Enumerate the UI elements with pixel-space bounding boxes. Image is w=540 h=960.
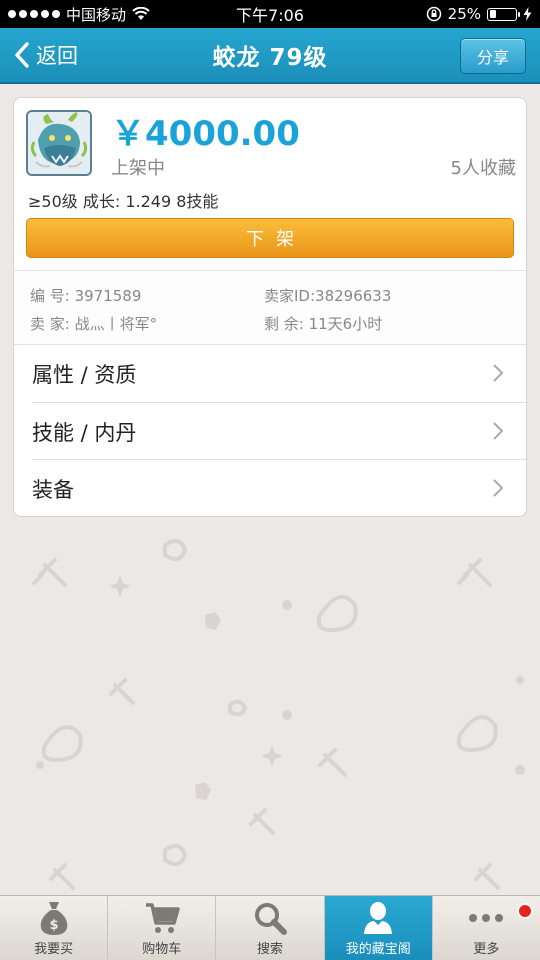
seller-name: 卖 家: 战灬丨将军° bbox=[30, 315, 158, 333]
menu-item-label: 属性 / 资质 bbox=[32, 362, 137, 387]
tab-label: 我要买 bbox=[34, 942, 74, 957]
tab-my-vault[interactable]: 我的藏宝阁 bbox=[324, 896, 433, 960]
signal-strength-icon bbox=[8, 10, 60, 18]
menu-item-equipment[interactable]: 装备 bbox=[14, 460, 526, 516]
more-dots-icon bbox=[469, 914, 504, 922]
tab-cart[interactable]: 购物车 bbox=[108, 896, 217, 960]
tab-buy[interactable]: $ 我要买 bbox=[0, 896, 109, 960]
pet-avatar[interactable] bbox=[26, 110, 92, 176]
chevron-left-icon bbox=[15, 42, 29, 68]
item-price: ￥4000.00 bbox=[111, 114, 300, 154]
tab-search[interactable]: 搜索 bbox=[216, 896, 325, 960]
item-info-panel: 编 号: 3971589 卖家ID:38296633 卖 家: 战灬丨将军° 剩… bbox=[14, 270, 526, 344]
nav-bar: 返回 蛟龙 79级 分享 bbox=[0, 28, 540, 84]
notification-badge bbox=[517, 903, 534, 919]
back-button[interactable]: 返回 bbox=[14, 28, 78, 82]
battery-icon bbox=[487, 7, 520, 21]
svg-text:$: $ bbox=[49, 918, 58, 933]
chevron-right-icon bbox=[493, 364, 504, 382]
tab-label: 我的藏宝阁 bbox=[345, 942, 411, 957]
seller-id: 卖家ID:38296633 bbox=[264, 287, 392, 305]
battery-percent: 25% bbox=[447, 5, 481, 23]
menu-item-attributes[interactable]: 属性 / 资质 bbox=[14, 345, 526, 402]
time-remaining: 剩 余: 11天6小时 bbox=[264, 315, 383, 333]
tab-bar: $ 我要买 购物车 搜索 我的藏宝阁 更多 bbox=[0, 895, 540, 960]
menu-item-label: 技能 / 内丹 bbox=[32, 420, 137, 445]
background-pattern bbox=[32, 539, 525, 890]
delist-button[interactable]: 下架 bbox=[26, 218, 514, 258]
listing-status: 上架中 bbox=[111, 158, 165, 179]
tab-label: 更多 bbox=[473, 942, 500, 957]
tab-label: 搜索 bbox=[257, 942, 284, 957]
chevron-right-icon bbox=[493, 479, 504, 497]
favorite-count: 5人收藏 bbox=[450, 158, 516, 179]
dragon-portrait-icon bbox=[28, 112, 90, 174]
page-title: 蛟龙 79级 bbox=[212, 45, 328, 71]
wifi-icon bbox=[132, 7, 150, 20]
item-summary: ￥4000.00 上架中 5人收藏 ≥50级 成长: 1.249 8技能 下架 bbox=[14, 98, 526, 270]
serial-number: 编 号: 3971589 bbox=[30, 287, 142, 305]
status-bar: 中国移动 下午7:06 25% bbox=[0, 0, 540, 28]
chevron-right-icon bbox=[493, 422, 504, 440]
menu-item-skills[interactable]: 技能 / 内丹 bbox=[14, 403, 526, 460]
cart-icon bbox=[145, 903, 180, 933]
tab-more[interactable]: 更多 bbox=[433, 896, 540, 960]
tab-label: 购物车 bbox=[142, 942, 182, 957]
share-button[interactable]: 分享 bbox=[460, 38, 526, 74]
carrier-label: 中国移动 bbox=[66, 5, 127, 24]
search-icon bbox=[255, 903, 287, 935]
orientation-lock-icon bbox=[426, 6, 441, 22]
item-attributes: ≥50级 成长: 1.249 8技能 bbox=[28, 192, 219, 211]
money-bag-icon: $ bbox=[40, 902, 67, 935]
charging-icon bbox=[523, 7, 532, 21]
menu-item-label: 装备 bbox=[32, 477, 74, 502]
item-card: ￥4000.00 上架中 5人收藏 ≥50级 成长: 1.249 8技能 下架 … bbox=[13, 97, 527, 517]
back-label: 返回 bbox=[36, 44, 78, 68]
user-icon bbox=[364, 902, 393, 934]
